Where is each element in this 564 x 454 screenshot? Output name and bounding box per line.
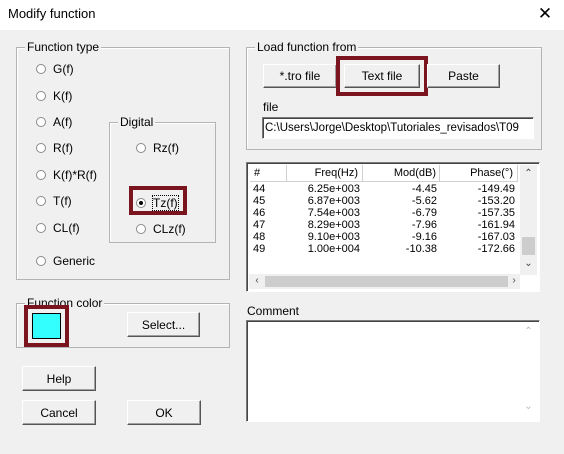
table-cell: -149.49 (477, 183, 515, 195)
highlight-box-text-file (336, 56, 428, 96)
tro-file-button[interactable]: *.tro file (263, 64, 337, 88)
cancel-button[interactable]: Cancel (22, 400, 96, 425)
comment-textarea[interactable]: ⌃ ⌄ (246, 320, 540, 422)
highlight-box-tz (129, 186, 187, 215)
file-label: file (263, 100, 279, 114)
table-cell: -4.45 (411, 183, 437, 195)
table-cell: 6.25e+003 (307, 183, 360, 195)
scroll-up-icon[interactable]: ⌃ (520, 168, 537, 179)
comment-label: Comment (247, 304, 300, 318)
paste-button[interactable]: Paste (427, 64, 500, 88)
table-cell: -157.35 (477, 207, 515, 219)
table-cell: -161.94 (477, 219, 515, 231)
table-row[interactable]: 46 7.54e+003 -6.79 -157.35 (250, 207, 518, 219)
table-cell: 9.10e+003 (307, 231, 360, 243)
table-cell: -10.38 (405, 243, 437, 255)
table-cell: 49 (253, 243, 266, 255)
table-cell: -153.20 (477, 195, 515, 207)
radio-kr[interactable]: K(f)*R(f) (36, 168, 97, 182)
table-cell: 1.00e+004 (307, 243, 360, 255)
radio-circle-icon (36, 117, 46, 127)
table-cell: -6.79 (411, 207, 437, 219)
radio-circle-icon (136, 224, 146, 234)
load-function-legend: Load function from (255, 40, 359, 54)
radio-cl[interactable]: CL(f) (36, 221, 80, 235)
table-cell: -9.16 (411, 231, 437, 243)
column-header-index[interactable]: # (250, 165, 287, 182)
scroll-left-icon[interactable]: ‹ (251, 275, 263, 286)
select-color-button[interactable]: Select... (127, 312, 200, 337)
table-row[interactable]: 47 8.29e+003 -7.96 -161.94 (250, 219, 518, 231)
radio-circle-icon (36, 170, 46, 180)
radio-generic[interactable]: Generic (36, 254, 95, 268)
column-header-mod[interactable]: Mod(dB) (363, 165, 440, 182)
radio-circle-icon (36, 64, 46, 74)
digital-legend: Digital (118, 115, 156, 129)
color-swatch[interactable] (32, 313, 61, 339)
ok-button[interactable]: OK (127, 400, 201, 425)
table-cell: 44 (253, 183, 266, 195)
radio-circle-icon (36, 196, 46, 206)
table-cell: 47 (253, 219, 266, 231)
close-icon[interactable]: ✕ (533, 2, 557, 26)
column-header-freq[interactable]: Freq(Hz) (287, 165, 363, 182)
data-table[interactable]: # Freq(Hz) Mod(dB) Phase(°) 44 6.25e+003 -… (246, 162, 540, 292)
table-cell: 8.29e+003 (307, 219, 360, 231)
table-row[interactable]: 45 6.87e+003 -5.62 -153.20 (250, 195, 518, 207)
radio-t[interactable]: T(f) (36, 194, 72, 208)
comment-scroll-up-icon[interactable]: ⌃ (520, 326, 537, 337)
function-type-legend: Function type (25, 40, 102, 54)
scroll-right-icon[interactable]: › (508, 275, 520, 286)
radio-r[interactable]: R(f) (36, 141, 73, 155)
radio-circle-icon (136, 143, 146, 153)
table-body: 44 6.25e+003 -4.45 -149.49 45 6.87e+003 -5.62-… (250, 183, 518, 255)
radio-a[interactable]: A(f) (36, 115, 72, 129)
radio-circle-icon (36, 143, 46, 153)
table-row[interactable]: 44 6.25e+003 -4.45 -149.49 (250, 183, 518, 195)
table-cell: -167.03 (477, 231, 515, 243)
file-path-field[interactable]: C:\Users\Jorge\Desktop\Tutoriales_revisa… (262, 117, 534, 139)
window-title: Modify function (8, 6, 96, 21)
help-button[interactable]: Help (22, 366, 96, 391)
table-cell: 45 (253, 195, 266, 207)
scroll-down-icon[interactable]: ⌄ (520, 258, 537, 269)
radio-g[interactable]: G(f) (36, 62, 74, 76)
radio-circle-icon (36, 223, 46, 233)
column-header-phase[interactable]: Phase(°) (440, 165, 518, 182)
radio-k[interactable]: K(f) (36, 89, 72, 103)
horizontal-scrollbar-thumb[interactable] (265, 276, 508, 287)
comment-scroll-down-icon[interactable]: ⌄ (520, 401, 537, 412)
table-row[interactable]: 48 9.10e+003 -9.16 -167.03 (250, 231, 518, 243)
radio-rz[interactable]: Rz(f) (136, 141, 179, 155)
radio-clz[interactable]: CLz(f) (136, 222, 186, 236)
table-cell: -172.66 (477, 243, 515, 255)
radio-circle-icon (36, 256, 46, 266)
table-cell: 48 (253, 231, 266, 243)
table-cell: -5.62 (411, 195, 437, 207)
table-cell: 6.87e+003 (307, 195, 360, 207)
table-cell: -7.96 (411, 219, 437, 231)
table-cell: 7.54e+003 (307, 207, 360, 219)
scrollbar-thumb[interactable] (522, 237, 535, 255)
radio-circle-icon (36, 91, 46, 101)
table-row[interactable]: 49 1.00e+004 -10.38 -172.66 (250, 243, 518, 255)
table-cell: 46 (253, 207, 266, 219)
